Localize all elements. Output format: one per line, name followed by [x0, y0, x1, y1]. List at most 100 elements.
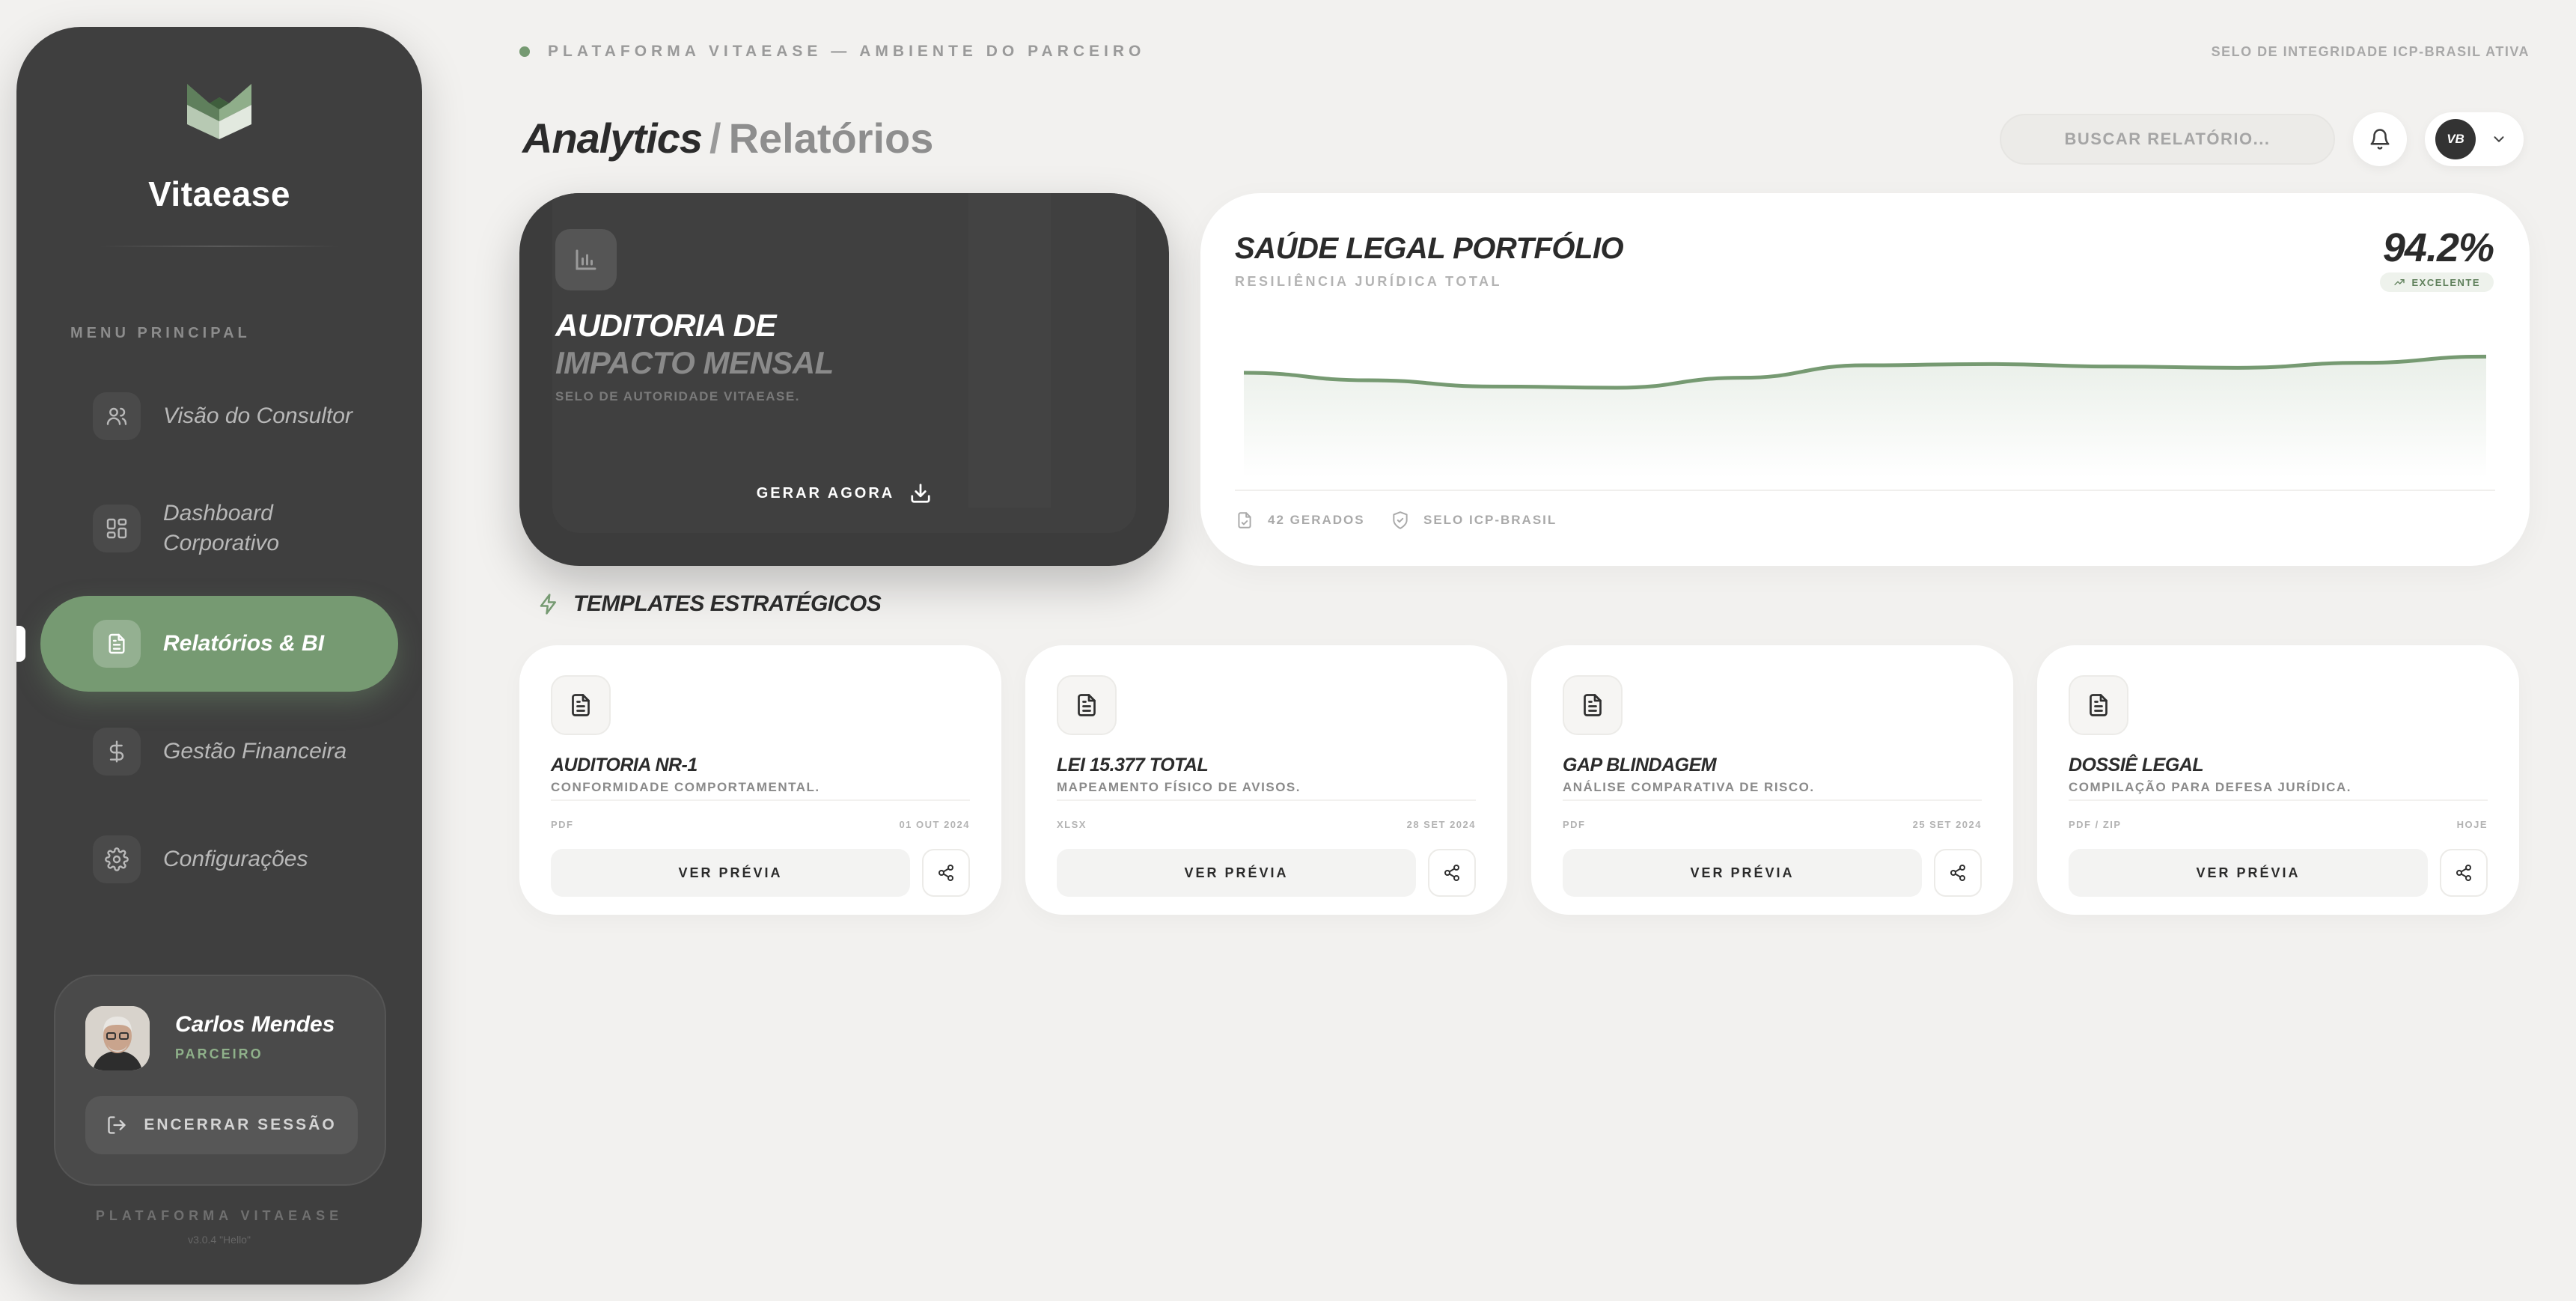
template-description: CONFORMIDADE COMPORTAMENTAL. — [551, 780, 820, 794]
integrity-label: SELO DE INTEGRIDADE ICP-BRASIL ATIVA — [2211, 44, 2530, 59]
template-description: COMPILAÇÃO PARA DEFESA JURÍDICA. — [2069, 780, 2351, 794]
health-divider — [1235, 490, 2495, 491]
template-divider — [1563, 799, 1982, 801]
template-format: XLSX — [1057, 819, 1087, 830]
logout-label: ENCERRAR SESSÃO — [144, 1116, 337, 1133]
page-title-separator: / — [709, 115, 721, 162]
legal-health-card: SAÚDE LEGAL PORTFÓLIO RESILIÊNCIA JURÍDI… — [1200, 193, 2530, 566]
environment-label: PLATAFORMA VITAEASE — AMBIENTE DO PARCEI… — [548, 43, 1146, 60]
page-title-sub: Relatórios — [728, 115, 934, 162]
share-icon — [1950, 865, 1965, 881]
document-icon — [93, 620, 141, 668]
profile-initials: VB — [2435, 119, 2476, 159]
sidebar-item-label: Gestão Financeira — [163, 739, 347, 764]
sidebar-item-dashboard-corporativo[interactable]: Dashboard Corporativo — [40, 481, 398, 576]
sidebar-item-visao-consultor[interactable]: Visão do Consultor — [40, 368, 398, 464]
template-title: LEI 15.377 TOTAL — [1057, 755, 1209, 776]
share-icon — [938, 865, 953, 881]
template-date: HOJE — [2456, 819, 2488, 830]
vitaease-logo-icon — [187, 84, 251, 139]
gear-icon — [93, 835, 141, 883]
lightning-icon — [540, 594, 556, 615]
active-indicator — [16, 626, 25, 662]
hero-subtitle: SELO DE AUTORIDADE VITAEASE. — [555, 389, 800, 403]
shield-check-icon — [1393, 511, 1408, 529]
document-icon — [551, 675, 611, 735]
template-card-dossie-legal[interactable]: DOSSIÊ LEGAL COMPILAÇÃO PARA DEFESA JURÍ… — [2037, 645, 2519, 915]
menu-caption: MENU PRINCIPAL — [70, 325, 251, 341]
document-icon — [1057, 675, 1117, 735]
template-divider — [1057, 799, 1476, 801]
document-icon — [2069, 675, 2128, 735]
health-score: 94.2% — [2382, 225, 2494, 270]
hero-title: AUDITORIA DE IMPACTO MENSAL — [555, 307, 834, 382]
hero-title-line1: AUDITORIA DE — [555, 308, 777, 343]
hero-title-line2: IMPACTO MENSAL — [555, 345, 834, 380]
logout-button[interactable]: ENCERRAR SESSÃO — [85, 1096, 358, 1154]
share-button[interactable] — [1428, 849, 1476, 897]
users-icon — [93, 392, 141, 440]
template-title: AUDITORIA NR-1 — [551, 755, 698, 776]
generate-now-label: GERAR AGORA — [756, 484, 895, 502]
user-role: PARCEIRO — [175, 1046, 263, 1061]
preview-button[interactable]: VER PRÉVIA — [1057, 849, 1416, 897]
template-title: GAP BLINDAGEM — [1563, 755, 1717, 776]
template-card-gap-blindagem[interactable]: GAP BLINDAGEM ANÁLISE COMPARATIVA DE RIS… — [1531, 645, 2013, 915]
generated-count-label: 42 GERADOS — [1268, 513, 1365, 527]
dollar-icon — [93, 728, 141, 776]
preview-button[interactable]: VER PRÉVIA — [551, 849, 910, 897]
status-badge-label: EXCELENTE — [2411, 276, 2480, 288]
share-button[interactable] — [922, 849, 970, 897]
sidebar-item-label: Configurações — [163, 847, 308, 871]
page-title-main: Analytics — [522, 115, 703, 162]
preview-button[interactable]: VER PRÉVIA — [2069, 849, 2428, 897]
templates-heading-label: TEMPLATES ESTRATÉGICOS — [573, 591, 882, 616]
brand-name: Vitaease — [148, 174, 290, 213]
template-format: PDF / ZIP — [2069, 819, 2122, 830]
health-title: SAÚDE LEGAL PORTFÓLIO — [1235, 232, 1624, 265]
share-button[interactable] — [1934, 849, 1982, 897]
preview-button[interactable]: VER PRÉVIA — [1563, 849, 1922, 897]
profile-menu-button[interactable]: VB — [2425, 112, 2524, 166]
sidebar-item-configuracoes[interactable]: Configurações — [40, 811, 398, 907]
search-input[interactable]: BUSCAR RELATÓRIO... — [2000, 114, 2335, 165]
sidebar-item-label: Relatórios & BI — [163, 631, 325, 656]
brand-divider — [99, 246, 340, 247]
share-button[interactable] — [2440, 849, 2488, 897]
template-format: PDF — [551, 819, 574, 830]
avatar — [85, 1006, 150, 1070]
icp-seal: SELO ICP-BRASIL — [1391, 511, 1557, 530]
sidebar: Vitaease MENU PRINCIPAL Visão do Consult… — [16, 27, 422, 1285]
notifications-button[interactable] — [2353, 112, 2407, 166]
user-card: Carlos Mendes PARCEIRO ENCERRAR SESSÃO — [54, 975, 386, 1186]
share-icon — [1444, 865, 1459, 881]
page-title: Analytics / Relatórios — [522, 112, 933, 165]
platform-caption: PLATAFORMA VITAEASE — [95, 1208, 344, 1223]
health-area-chart — [1244, 354, 2486, 478]
templates-heading: TEMPLATES ESTRATÉGICOS — [537, 591, 882, 617]
document-icon — [1563, 675, 1623, 735]
version-caption: v3.0.4 "Hello" — [188, 1234, 251, 1246]
template-divider — [551, 799, 970, 801]
chart-area-fill — [1244, 356, 2486, 478]
chevron-down-icon — [2494, 136, 2504, 142]
template-date: 01 OUT 2024 — [899, 819, 970, 830]
status-badge: EXCELENTE — [2380, 272, 2494, 292]
template-title: DOSSIÊ LEGAL — [2069, 755, 2204, 776]
template-date: 28 SET 2024 — [1406, 819, 1476, 830]
template-card-lei-15377[interactable]: LEI 15.377 TOTAL MAPEAMENTO FÍSICO DE AV… — [1025, 645, 1507, 915]
trend-up-icon — [2394, 279, 2405, 285]
template-divider — [2069, 799, 2488, 801]
audit-hero-card: AUDITORIA DE IMPACTO MENSAL SELO DE AUTO… — [519, 193, 1169, 566]
template-date: 25 SET 2024 — [1912, 819, 1982, 830]
generate-now-button[interactable]: GERAR AGORA — [519, 482, 1169, 505]
icp-seal-label: SELO ICP-BRASIL — [1423, 513, 1557, 527]
dashboard-icon — [93, 505, 141, 552]
bell-icon — [2370, 129, 2390, 150]
sidebar-item-gestao-financeira[interactable]: Gestão Financeira — [40, 704, 398, 799]
sidebar-item-relatorios-bi[interactable]: Relatórios & BI — [40, 596, 398, 692]
user-name: Carlos Mendes — [175, 1012, 335, 1037]
template-description: MAPEAMENTO FÍSICO DE AVISOS. — [1057, 780, 1301, 794]
file-stack-icon — [1238, 512, 1251, 528]
template-card-auditoria-nr1[interactable]: AUDITORIA NR-1 CONFORMIDADE COMPORTAMENT… — [519, 645, 1001, 915]
